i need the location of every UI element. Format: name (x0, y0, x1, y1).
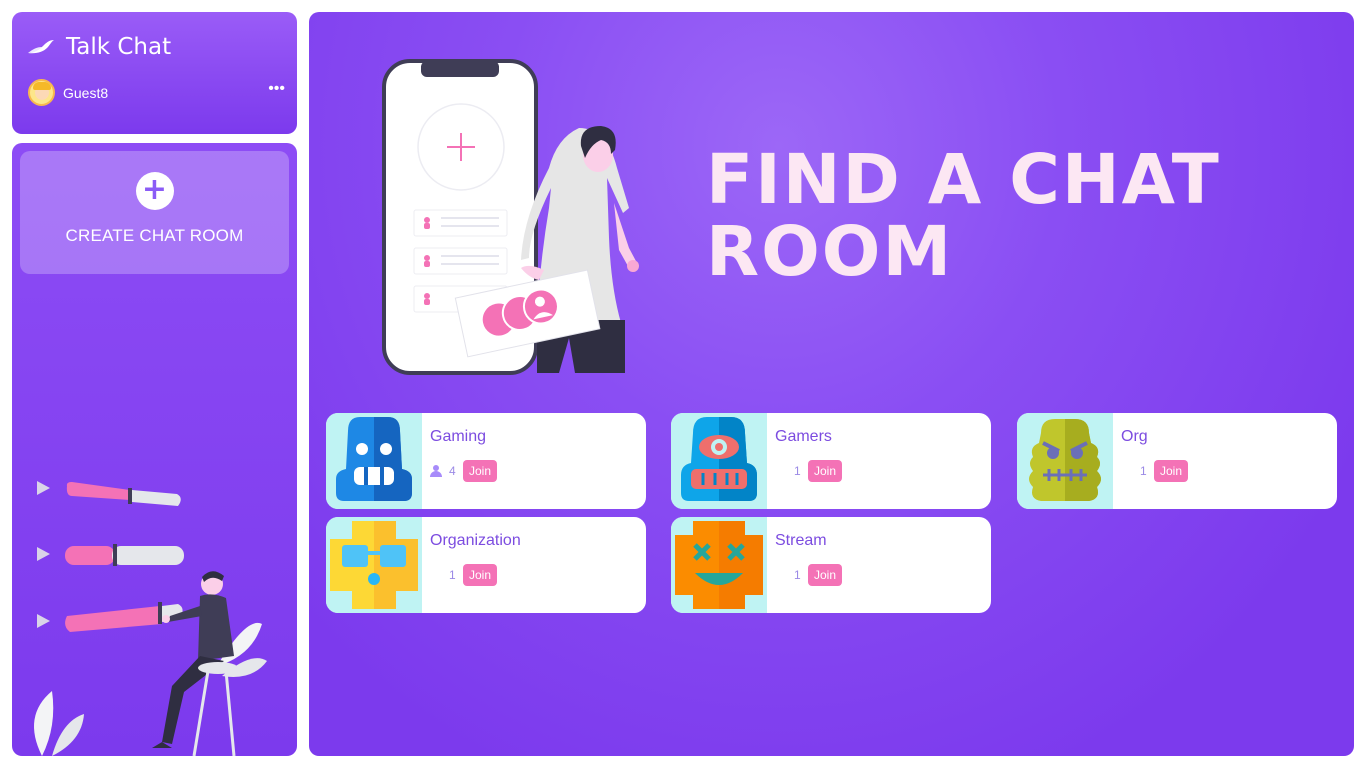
sidebar: + CREATE CHAT ROOM (12, 143, 297, 756)
create-chat-room-label: CREATE CHAT ROOM (65, 226, 244, 245)
member-count: 4 (449, 464, 456, 478)
room-name: Stream (775, 532, 827, 549)
room-name: Org (1121, 428, 1148, 445)
brand: Talk Chat (26, 34, 171, 60)
room-card-organization[interactable]: Organization 1 Join (326, 517, 646, 613)
room-name: Gaming (430, 428, 487, 445)
member-count: 1 (794, 568, 801, 582)
page-title: FIND A CHAT ROOM (706, 140, 1221, 292)
hero-illustration (382, 59, 639, 375)
avatar[interactable] (28, 79, 55, 106)
blue-robot-icon (326, 413, 422, 509)
members-icon (430, 465, 443, 477)
join-button[interactable]: Join (1154, 460, 1189, 482)
more-options-icon[interactable]: ••• (268, 81, 285, 97)
member-count: 1 (794, 464, 801, 478)
join-button[interactable]: Join (808, 460, 843, 482)
play-icon (37, 547, 50, 561)
cyclops-robot-icon (671, 413, 767, 509)
current-user[interactable]: Guest8 (28, 79, 108, 106)
member-count: 1 (449, 568, 456, 582)
room-card-stream[interactable]: Stream 1 Join (671, 517, 991, 613)
join-button[interactable]: Join (463, 460, 498, 482)
room-card-gamers[interactable]: Gamers 1 Join (671, 413, 991, 509)
room-name: Gamers (775, 428, 832, 445)
create-chat-room-button[interactable]: + CREATE CHAT ROOM (20, 151, 289, 274)
room-card-org[interactable]: Org 1 Join (1017, 413, 1337, 509)
bird-logo-icon (28, 40, 54, 54)
room-name: Organization (430, 532, 521, 549)
orange-xx-face-icon (671, 517, 767, 613)
app-title: Talk Chat (66, 34, 172, 60)
join-button[interactable]: Join (808, 564, 843, 586)
user-panel: Talk Chat Guest8 ••• (12, 12, 297, 134)
sidebar-illustration (34, 481, 267, 756)
plus-icon[interactable]: + (135, 172, 174, 210)
green-monster-icon (1017, 413, 1113, 509)
play-icon (37, 614, 50, 628)
yellow-glasses-icon (326, 517, 422, 613)
play-icon (37, 481, 50, 495)
join-button[interactable]: Join (463, 564, 498, 586)
user-name: Guest8 (63, 84, 109, 101)
room-card-gaming[interactable]: Gaming 4 Join (326, 413, 646, 509)
main-content: FIND A CHAT ROOM Gaming 4 Join Gamers 1 … (309, 12, 1354, 756)
member-count: 1 (1140, 464, 1147, 478)
